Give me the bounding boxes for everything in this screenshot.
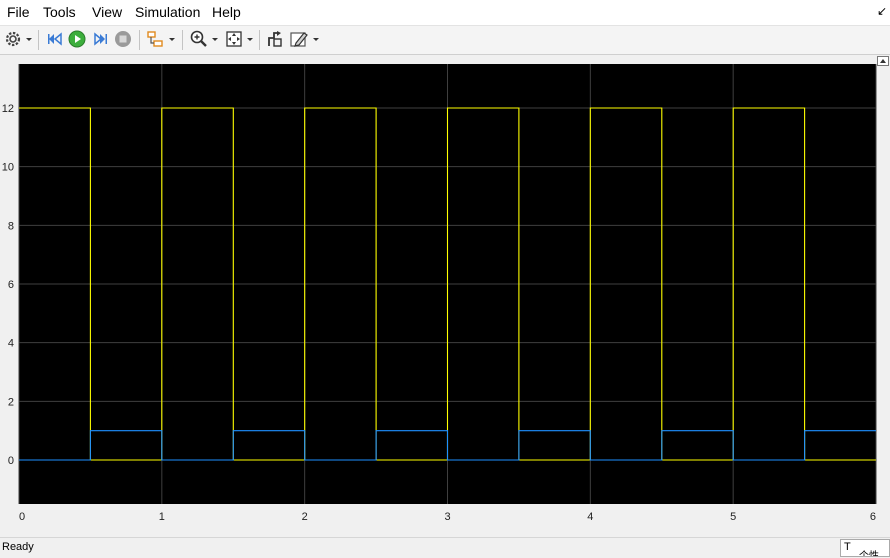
chevron-down-icon[interactable] (312, 31, 320, 47)
scope-chart[interactable]: 0246810120 1 2 3 4 5 6 (0, 55, 890, 535)
x-tick-label: 2 (302, 511, 308, 523)
dock-arrow-icon[interactable]: ↙ (877, 4, 887, 18)
step-forward-icon[interactable] (90, 29, 110, 49)
scope-plot: 0 2 4 6 8 10 12 0 1 2 3 4 5 6 (0, 55, 890, 535)
y-tick-label: 8 (8, 220, 14, 232)
menu-help[interactable]: Help (212, 4, 241, 20)
y-tick-label: 0 (8, 455, 14, 467)
chevron-down-icon[interactable] (25, 31, 33, 47)
undock-axes-icon[interactable] (877, 56, 889, 66)
x-tick-label: 4 (587, 511, 593, 523)
toolbar-separator (139, 30, 140, 50)
menu-bar: File Tools View Simulation Help ↙ (0, 0, 890, 25)
stop-icon[interactable] (113, 29, 133, 49)
menu-file[interactable]: File (7, 4, 30, 20)
chevron-down-icon[interactable] (246, 31, 254, 47)
toolbar-separator (38, 30, 39, 50)
status-bar: Ready (0, 537, 890, 558)
x-tick-label: 1 (159, 511, 165, 523)
x-tick-label: 0 (19, 511, 25, 523)
style-icon[interactable] (289, 29, 309, 49)
highlight-block-icon[interactable] (145, 29, 165, 49)
y-tick-label: 6 (8, 279, 14, 291)
run-icon[interactable] (67, 29, 87, 49)
ime-indicator: T 个性 (840, 539, 890, 557)
menu-tools[interactable]: Tools (43, 4, 76, 20)
y-tick-label: 2 (8, 396, 14, 408)
x-tick-label: 5 (730, 511, 736, 523)
chevron-down-icon[interactable] (168, 31, 176, 47)
x-tick-label: 3 (444, 511, 450, 523)
x-tick-label: 6 (870, 511, 876, 523)
toolbar-separator (182, 30, 183, 50)
y-tick-label: 10 (2, 162, 14, 174)
toolbar (0, 25, 890, 55)
menu-view[interactable]: View (92, 4, 122, 20)
step-back-icon[interactable] (45, 29, 65, 49)
chevron-down-icon[interactable] (211, 31, 219, 47)
y-tick-label: 4 (8, 338, 14, 350)
y-tick-label: 12 (2, 103, 14, 115)
toolbar-separator (259, 30, 260, 50)
fit-view-icon[interactable] (224, 29, 244, 49)
status-text: Ready (2, 541, 34, 553)
zoom-in-icon[interactable] (189, 29, 209, 49)
menu-simulation[interactable]: Simulation (135, 4, 200, 20)
gear-icon[interactable] (3, 29, 23, 49)
restore-view-icon[interactable] (265, 29, 285, 49)
